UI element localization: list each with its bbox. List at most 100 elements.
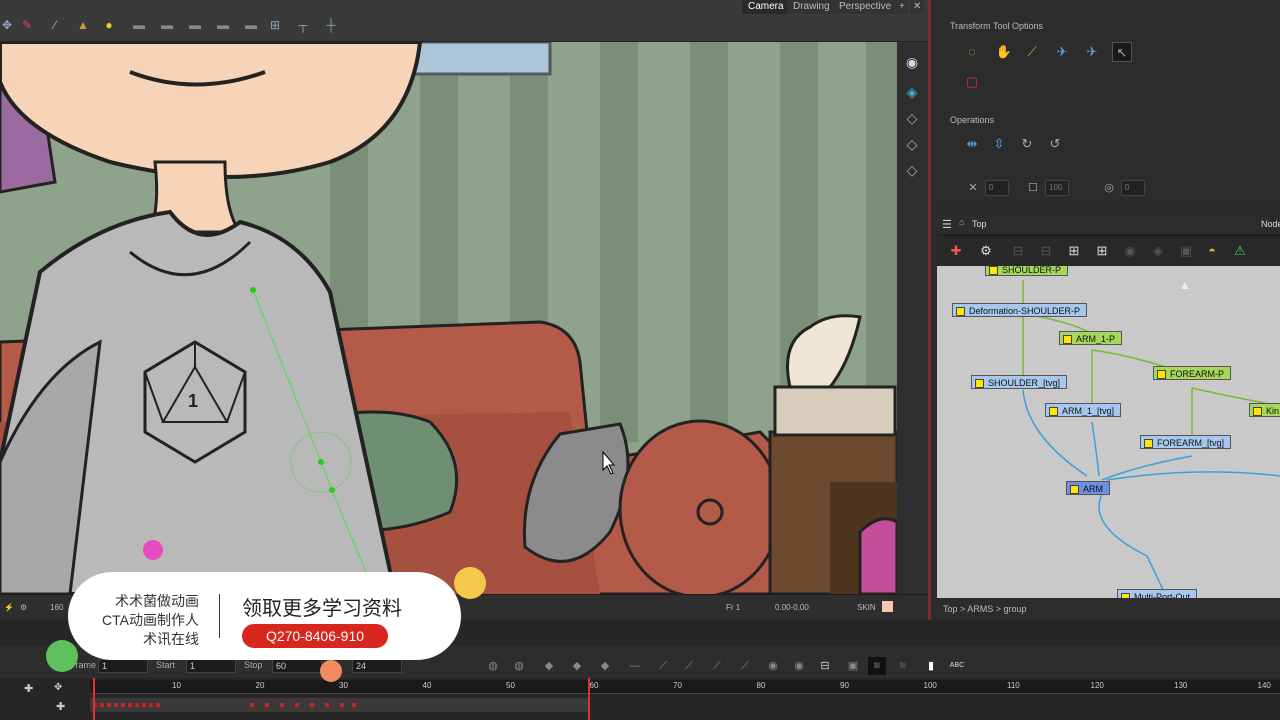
peg-icon[interactable]: ⊞ (1093, 242, 1111, 260)
lightning-icon[interactable]: ⚡ (4, 603, 14, 612)
rotate-90-cw-icon[interactable]: ↻ (1017, 134, 1037, 154)
keyframe-marker[interactable] (295, 703, 299, 707)
angle-field[interactable]: 0 (1121, 180, 1145, 196)
onion-skin-icon[interactable]: ◍ (510, 657, 528, 675)
reposition-tool-icon[interactable]: ┬ (296, 18, 310, 32)
keyframe-marker[interactable] (107, 703, 111, 707)
node-shoulder-tvg[interactable]: SHOULDER_[tvg] (971, 375, 1068, 389)
stop-frame-icon[interactable]: ▮ (922, 657, 940, 675)
eraser-icon[interactable]: ▬ (132, 18, 146, 32)
node-graph-canvas[interactable]: SHOULDER-P Deformation-SHOULDER-P ARM_1-… (937, 266, 1280, 598)
tab-drawing[interactable]: Drawing (787, 0, 836, 14)
node-shoulder-p[interactable]: SHOULDER-P (985, 266, 1069, 276)
deformation-icon[interactable]: ◓ (1203, 242, 1221, 260)
playhead[interactable] (93, 678, 95, 720)
stop-frame-icon[interactable]: ◾ (894, 657, 912, 675)
keyframe-marker[interactable] (265, 703, 269, 707)
keyframe-marker[interactable] (135, 703, 139, 707)
keyframe-icon[interactable]: ◆ (540, 657, 558, 675)
node-multi-port-out[interactable]: Multi-Port-Out (1117, 589, 1198, 598)
keyframe-marker[interactable] (128, 703, 132, 707)
settings-icon[interactable]: ⚙ (20, 603, 27, 612)
stack-icon[interactable]: ◇ (902, 108, 922, 128)
keyframe-marker[interactable] (100, 703, 104, 707)
width-field[interactable]: 0 (985, 180, 1009, 196)
glow-node-icon[interactable]: ▣ (1177, 242, 1195, 260)
contour-tool-icon[interactable]: ▬ (216, 18, 230, 32)
keyframe-marker[interactable] (142, 703, 146, 707)
keyframe-marker[interactable] (114, 703, 118, 707)
keyframe-icon[interactable]: ◆ (596, 657, 614, 675)
flip-horizontal-icon[interactable]: ⇹ (962, 134, 982, 154)
node-deformation-shoulder-p[interactable]: Deformation-SHOULDER-P (952, 303, 1088, 317)
keyframe-marker[interactable] (310, 703, 314, 707)
composite-icon[interactable]: ⊞ (1065, 242, 1083, 260)
motion-icon[interactable]: ⟋ (708, 657, 726, 675)
node-arm-1-tvg[interactable]: ARM_1_[tvg] (1045, 403, 1122, 417)
select-tool-icon[interactable]: ✥ (0, 18, 14, 32)
stop-frame-icon[interactable]: ◾ (868, 657, 886, 675)
stop-frame-field[interactable]: 60 (272, 659, 322, 673)
keyframe-marker[interactable] (149, 703, 153, 707)
tab-node[interactable]: Node (1261, 219, 1280, 229)
timeline-ruler[interactable]: 10 20 30 40 50 60 70 80 90 100 110 120 130 140 (90, 680, 1280, 694)
tab-camera[interactable]: Camera (742, 0, 790, 14)
lasso-icon[interactable]: ◌ (962, 42, 982, 62)
close-view-icon[interactable]: ✕ (910, 0, 925, 14)
stroke-tool-icon[interactable]: ▬ (188, 18, 202, 32)
gear-icon[interactable]: ⚙ (977, 242, 995, 260)
fps-field[interactable]: 24 (352, 659, 402, 673)
expand-icon[interactable]: ✚ (56, 700, 65, 713)
keyframe-marker[interactable] (352, 703, 356, 707)
node-breadcrumb[interactable]: Top > ARMS > group (937, 598, 1280, 620)
home-icon[interactable]: ⌂ (959, 217, 964, 227)
pointer-select-icon[interactable]: ↖ (1112, 42, 1132, 62)
timeline-track[interactable] (90, 698, 590, 712)
rotate-90-ccw-icon[interactable]: ↺ (1045, 134, 1065, 154)
perspective-tool-icon[interactable]: ⊞ (268, 18, 282, 32)
stop-marker[interactable] (588, 678, 590, 720)
brush-tool-icon[interactable]: ✎ (20, 18, 34, 32)
keyframe-marker[interactable] (280, 703, 284, 707)
node-forearm-p[interactable]: FOREARM-P (1153, 366, 1231, 380)
smooth-tool-icon[interactable]: ▬ (244, 18, 258, 32)
pin-add-icon[interactable]: ✈ (1082, 42, 1102, 62)
peg-select-icon[interactable]: ✋ (994, 42, 1014, 62)
height-field[interactable]: 100 (1045, 180, 1069, 196)
flip-vertical-icon[interactable]: ⇳ (989, 134, 1009, 154)
split-icon[interactable]: ⊟ (816, 657, 834, 675)
color-swatch[interactable] (882, 601, 893, 612)
zoom-level[interactable]: 160 (50, 603, 63, 612)
blur-node-icon[interactable]: ◈ (1149, 242, 1167, 260)
pencil-tool-icon[interactable]: ⁄ (48, 18, 62, 32)
motion-icon[interactable]: ⟋ (680, 657, 698, 675)
camera-viewport[interactable]: 1 (0, 42, 897, 594)
menu-icon[interactable]: ☰ (942, 218, 952, 231)
mask-icon[interactable]: ◉ (764, 657, 782, 675)
keyframe-marker[interactable] (250, 703, 254, 707)
add-node-icon[interactable]: ✚ (947, 242, 965, 260)
stack-icon[interactable]: ◇ (902, 134, 922, 154)
node-arm[interactable]: ARM (1066, 481, 1110, 495)
bone-icon[interactable]: ⟋ (1022, 42, 1042, 62)
layers-icon[interactable]: ◈ (902, 82, 922, 102)
motion-icon[interactable]: ⟋ (736, 657, 754, 675)
keyframe-marker[interactable] (325, 703, 329, 707)
mask-icon[interactable]: ◉ (790, 657, 808, 675)
current-frame-field[interactable]: 1 (98, 659, 148, 673)
keyframe-marker[interactable] (156, 703, 160, 707)
stack-icon[interactable]: ◇ (902, 160, 922, 180)
envelope-tool-icon[interactable]: ┼ (324, 18, 338, 32)
line-icon[interactable]: ― (626, 657, 644, 675)
layer-options-icon[interactable]: ✥ (54, 682, 62, 693)
node-kinematic[interactable]: Kin (1249, 403, 1280, 417)
navigate-up-icon[interactable]: ▲ (1179, 278, 1191, 292)
square-icon[interactable]: ▣ (844, 657, 862, 675)
cutter-icon[interactable]: ▬ (160, 18, 174, 32)
cutter-node-icon[interactable]: ◉ (1121, 242, 1139, 260)
pin-icon[interactable]: ✈ (1052, 42, 1072, 62)
bounding-box-icon[interactable]: ▢ (962, 72, 982, 92)
add-view-icon[interactable]: + (896, 0, 908, 14)
motion-icon[interactable]: ⟋ (654, 657, 672, 675)
dropper-icon[interactable]: ● (102, 18, 116, 32)
